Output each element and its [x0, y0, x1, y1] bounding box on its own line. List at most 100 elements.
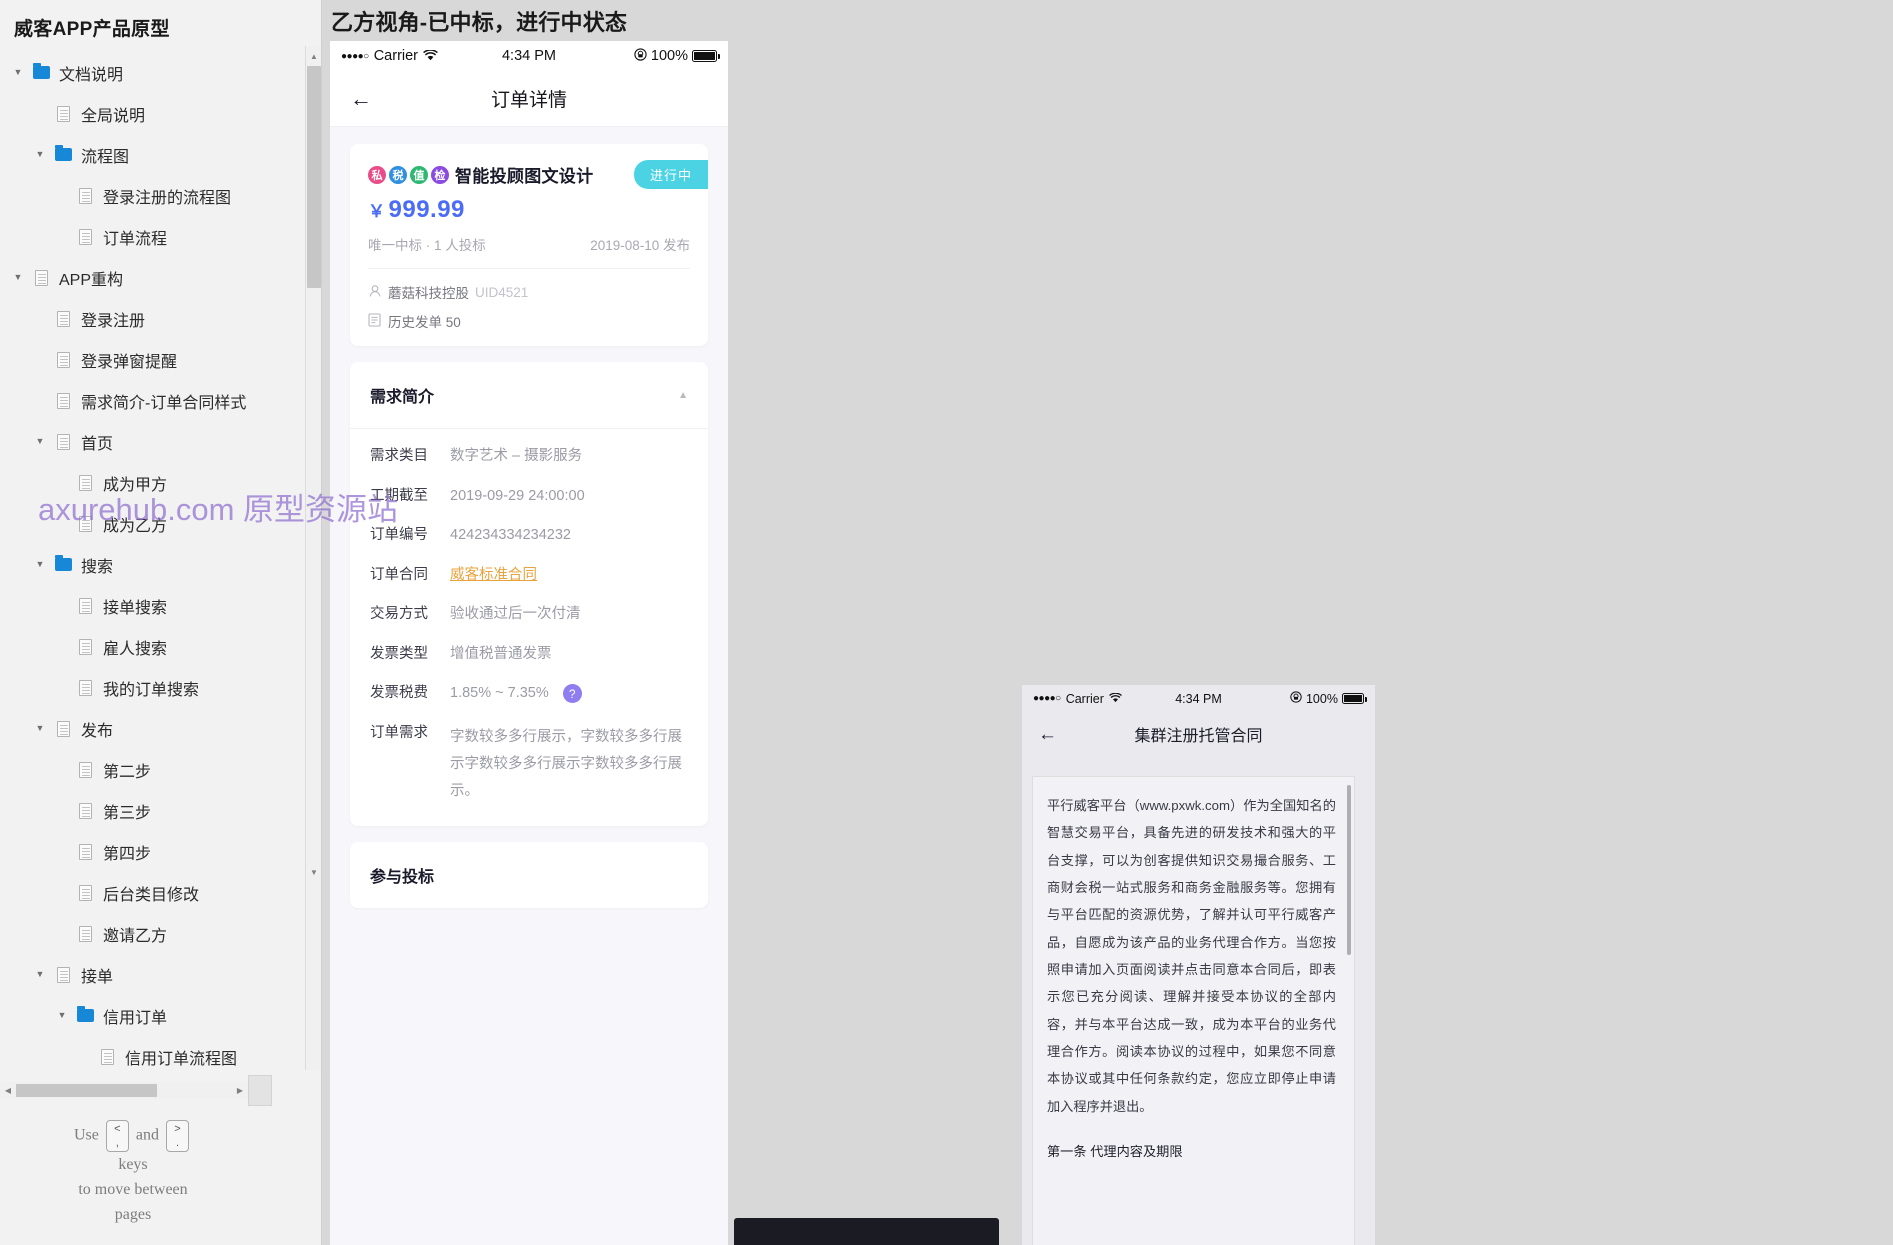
- sitemap-tree[interactable]: ▼文档说明▼全局说明▼流程图▼登录注册的流程图▼订单流程▼APP重构▼登录注册▼…: [0, 52, 300, 1072]
- back-arrow-icon[interactable]: ←: [1038, 725, 1057, 744]
- sitemap-node[interactable]: ▼ 首页: [0, 421, 300, 462]
- scroll-left-icon[interactable]: ◀: [0, 1082, 16, 1099]
- page-icon: [50, 105, 76, 122]
- detail-row-link[interactable]: 威客标准合同: [450, 566, 688, 586]
- page-icon: [50, 966, 76, 983]
- sitemap-horizontal-scrollbar[interactable]: ◀ ▶: [0, 1082, 248, 1099]
- sitemap-node-label: APP重构: [59, 271, 124, 289]
- page-icon: [72, 802, 98, 819]
- sitemap-node[interactable]: ▼第三步: [0, 790, 300, 831]
- sitemap-node-label: 第二步: [103, 763, 152, 781]
- sitemap-node-label: 雇人搜索: [103, 640, 168, 658]
- status-bar: ●●●●○ Carrier 4:34 PM 100%: [330, 41, 728, 71]
- battery-icon: [691, 50, 720, 62]
- sitemap-node[interactable]: ▼邀请乙方: [0, 913, 300, 954]
- bid-info-label: 唯一中标 · 1 人投标: [368, 238, 486, 253]
- detail-row-key: 需求类目: [370, 448, 428, 464]
- sitemap-node[interactable]: ▼全局说明: [0, 93, 300, 134]
- page-icon: [72, 638, 98, 655]
- carrier-label: Carrier: [1065, 691, 1104, 706]
- sitemap-node[interactable]: ▼ 搜索: [0, 544, 300, 585]
- twisty-collapse-icon[interactable]: ▼: [30, 560, 50, 569]
- company-row[interactable]: 蘑菇科技控股 UID4521: [368, 282, 690, 302]
- page-icon: [72, 474, 98, 491]
- status-bar-2-right: 100%: [1255, 691, 1367, 706]
- page-icon: [72, 843, 98, 860]
- price-value: 999.99: [388, 196, 465, 223]
- twisty-collapse-icon[interactable]: ▼: [30, 970, 50, 979]
- page-icon: [72, 761, 98, 778]
- sitemap-node[interactable]: ▼订单流程: [0, 216, 300, 257]
- detail-row: 发票税费 1.85% ~ 7.35%?: [370, 684, 688, 704]
- sitemap-title: 威客APP产品原型: [14, 19, 170, 40]
- battery-percent-label: 100%: [1305, 691, 1338, 706]
- status-badge: 进行中: [633, 160, 708, 189]
- bids-section: 参与投标: [350, 842, 708, 909]
- sitemap-node[interactable]: ▼ 流程图: [0, 134, 300, 175]
- sitemap-node[interactable]: ▼雇人搜索: [0, 626, 300, 667]
- sitemap-node[interactable]: ▼信用订单流程图: [0, 1036, 300, 1072]
- scroll-right-icon[interactable]: ▶: [232, 1082, 248, 1099]
- twisty-collapse-icon[interactable]: ▼: [30, 437, 50, 446]
- caret-up-icon[interactable]: ▲: [678, 390, 688, 401]
- sitemap-node[interactable]: ▼ 信用订单: [0, 995, 300, 1036]
- sitemap-node[interactable]: ▼ 发布: [0, 708, 300, 749]
- horizontal-scroll-thumb[interactable]: [16, 1084, 157, 1097]
- sitemap-node[interactable]: ▼成为乙方: [0, 503, 300, 544]
- contract-heading: 第一条 代理内容及期限: [1047, 1143, 1183, 1159]
- sitemap-node[interactable]: ▼ 接单: [0, 954, 300, 995]
- next-page-key: > .: [166, 1120, 189, 1152]
- detail-row-key: 发票税费: [370, 685, 428, 702]
- page-icon: [50, 433, 76, 450]
- page-icon: [72, 228, 98, 245]
- document-icon: [368, 312, 388, 330]
- sitemap-node[interactable]: ▼ 文档说明: [0, 52, 300, 93]
- prev-page-key: < ,: [105, 1120, 129, 1152]
- sitemap-node[interactable]: ▼第四步: [0, 831, 300, 872]
- sitemap-node[interactable]: ▼成为甲方: [0, 462, 300, 503]
- sitemap-node[interactable]: ▼登录注册的流程图: [0, 175, 300, 216]
- vertical-scroll-thumb[interactable]: [307, 66, 321, 288]
- twisty-collapse-icon[interactable]: ▼: [8, 273, 28, 282]
- question-mark-icon[interactable]: ?: [562, 684, 582, 704]
- prev-key-bottom: ,: [115, 1137, 119, 1149]
- page-icon: [72, 187, 98, 204]
- requirements-section-header[interactable]: 需求简介 ▲: [350, 362, 708, 429]
- page-title: 乙方视角-已中标，进行中状态: [331, 10, 628, 35]
- clock-label: 4:34 PM: [1175, 691, 1222, 706]
- sitemap-node[interactable]: ▼需求简介-订单合同样式: [0, 380, 300, 421]
- history-orders-row[interactable]: 历史发单 50: [368, 311, 690, 331]
- bottom-partial-element: [734, 1218, 999, 1245]
- battery-icon: [1341, 693, 1367, 704]
- twisty-collapse-icon[interactable]: ▼: [30, 150, 50, 159]
- sitemap-vertical-scrollbar[interactable]: ▲ ▼: [305, 46, 321, 1070]
- detail-row-value: 1.85% ~ 7.35%: [450, 685, 549, 702]
- sitemap-node[interactable]: ▼登录弹窗提醒: [0, 339, 300, 380]
- sitemap-node-label: 邀请乙方: [103, 927, 168, 945]
- twisty-collapse-icon[interactable]: ▼: [52, 1011, 72, 1020]
- sitemap-node[interactable]: ▼接单搜索: [0, 585, 300, 626]
- detail-row-value: 424234334234232: [450, 527, 571, 544]
- contract-text-panel[interactable]: 平行威客平台（www.pxwk.com）作为全国知名的智慧交易平台，具备先进的研…: [1032, 776, 1355, 1245]
- scroll-down-icon[interactable]: ▼: [306, 864, 321, 880]
- scroll-up-icon[interactable]: ▲: [306, 48, 321, 64]
- user-icon: [368, 284, 388, 301]
- hint-line-4: pages: [114, 1206, 152, 1223]
- sitemap-node-label: 流程图: [81, 148, 130, 166]
- nav-bar: ← 订单详情: [330, 71, 728, 127]
- bids-section-title: 参与投标: [370, 869, 435, 887]
- detail-row-key: 订单需求: [370, 724, 428, 741]
- order-summary-card: 进行中 私税值检 智能投顾图文设计 ￥ 999.99 唯一中标 · 1 人投标 2…: [350, 144, 708, 346]
- sitemap-node[interactable]: ▼ APP重构: [0, 257, 300, 298]
- twisty-collapse-icon[interactable]: ▼: [30, 724, 50, 733]
- sitemap-node[interactable]: ▼后台类目修改: [0, 872, 300, 913]
- sitemap-node[interactable]: ▼我的订单搜索: [0, 667, 300, 708]
- back-arrow-icon[interactable]: ←: [350, 87, 372, 110]
- service-badges: 私税值检: [368, 165, 449, 184]
- sitemap-node[interactable]: ▼登录注册: [0, 298, 300, 339]
- sitemap-node[interactable]: ▼第二步: [0, 749, 300, 790]
- contract-scroll-indicator[interactable]: [1347, 785, 1351, 955]
- rotation-lock-icon: [1290, 691, 1302, 706]
- twisty-collapse-icon[interactable]: ▼: [8, 68, 28, 77]
- next-key-bottom: .: [175, 1137, 180, 1149]
